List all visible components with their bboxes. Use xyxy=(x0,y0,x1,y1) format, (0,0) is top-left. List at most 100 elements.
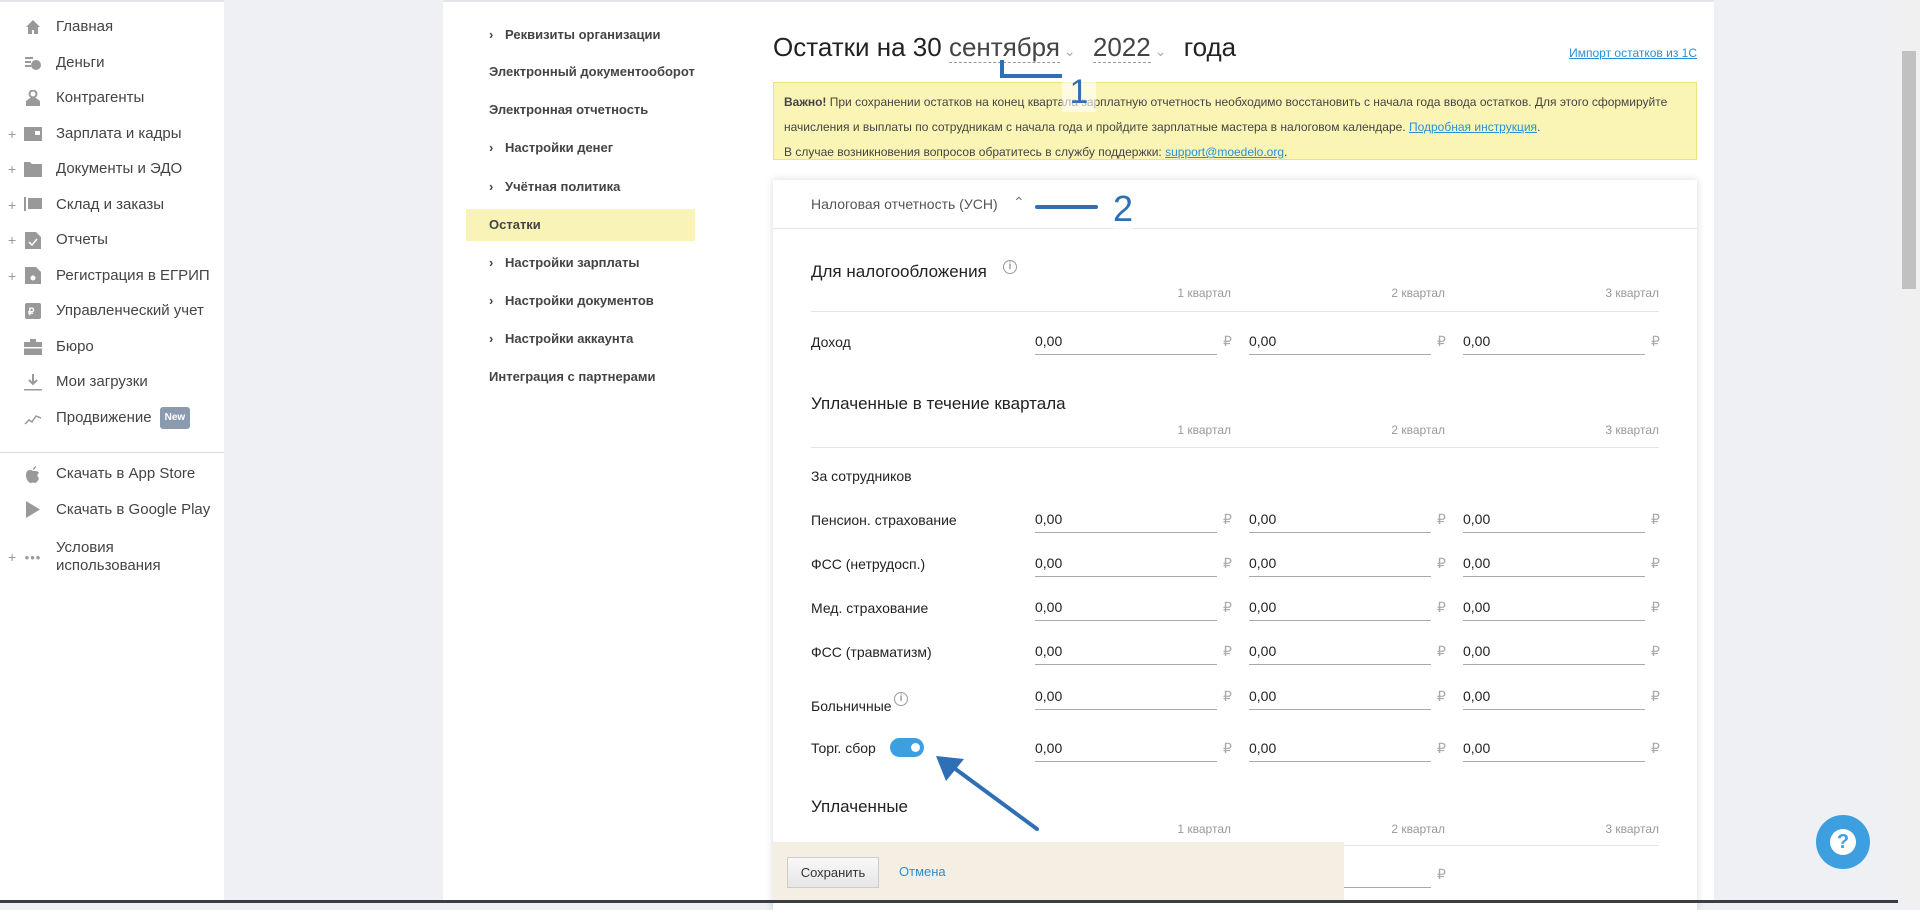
info-icon[interactable]: i xyxy=(894,692,908,706)
info-icon[interactable]: i xyxy=(1003,260,1017,274)
chevron-right-icon: › xyxy=(489,179,494,194)
amount-input[interactable]: 0,00 xyxy=(1463,511,1645,533)
amount-input[interactable]: 0,00 xyxy=(1035,740,1217,762)
ruble-icon: ₽ xyxy=(1651,740,1660,756)
divider xyxy=(811,447,1659,448)
sidebar-item-download[interactable]: Мои загрузки xyxy=(0,367,224,397)
amount-input[interactable]: 0,00 xyxy=(1463,740,1645,762)
chevron-up-icon[interactable]: ⌃ xyxy=(1013,194,1025,211)
sidebar-item-registration[interactable]: + Регистрация в ЕГРИП xyxy=(0,261,224,291)
support-email-link[interactable]: support@moedelo.org xyxy=(1165,145,1284,159)
cancel-link[interactable]: Отмена xyxy=(899,864,946,879)
expand-plus-icon[interactable]: + xyxy=(8,549,16,565)
scrollbar-thumb[interactable] xyxy=(1902,51,1916,289)
settings-item-label: Электронная отчетность xyxy=(489,102,649,117)
settings-item[interactable]: Остатки xyxy=(489,215,541,235)
chevron-right-icon: › xyxy=(489,140,494,155)
ruble-icon: ₽ xyxy=(1437,555,1446,571)
notice-support-text: В случае возникновения вопросов обратите… xyxy=(784,145,1166,159)
annotation-number-1: 1 xyxy=(1062,72,1096,112)
amount-input[interactable]: 0,00 xyxy=(1249,511,1431,533)
settings-item[interactable]: › Настройки денег xyxy=(489,138,613,158)
year-dropdown[interactable]: 2022 xyxy=(1092,32,1151,63)
settings-item-label: Остатки xyxy=(489,217,541,232)
amount-input[interactable]: 0,00 xyxy=(1249,643,1431,665)
save-button[interactable]: Сохранить xyxy=(787,857,879,888)
expand-plus-icon[interactable]: + xyxy=(8,161,16,177)
annotation-arrow xyxy=(936,756,1039,831)
sidebar-item-home[interactable]: Главная xyxy=(0,12,224,42)
sidebar-item-management[interactable]: ₽ Управленческий учет xyxy=(0,296,224,326)
month-dropdown[interactable]: сентября xyxy=(948,32,1060,63)
section-title-paid-quarter: Уплаченные в течение квартала xyxy=(811,394,1066,414)
section-title-paid: Уплаченные xyxy=(811,797,908,817)
settings-item[interactable]: › Настройки документов xyxy=(489,291,654,311)
sidebar-item-wallet[interactable]: + Зарплата и кадры xyxy=(0,119,224,149)
import-1c-link[interactable]: Импорт остатков из 1С xyxy=(1569,46,1697,60)
amount-input[interactable]: 0,00 xyxy=(1035,333,1217,355)
sidebar-bottom-apple[interactable]: Скачать в App Store xyxy=(0,459,224,489)
amount-value: 0,00 xyxy=(1035,511,1063,527)
sidebar-bottom-google-play[interactable]: Скачать в Google Play xyxy=(0,495,224,525)
sidebar-item-briefcase[interactable]: Бюро xyxy=(0,332,224,362)
row-label: Доход xyxy=(811,334,851,350)
sidebar-item-contractors[interactable]: Контрагенты xyxy=(0,83,224,113)
title-suffix: года xyxy=(1183,32,1237,62)
ruble-icon: ₽ xyxy=(1651,688,1660,704)
label-text: Регистрация в ЕГРИП xyxy=(56,266,210,284)
trade-fee-toggle[interactable] xyxy=(890,738,924,757)
settings-item-label: Настройки денег xyxy=(505,140,614,155)
chevron-down-icon[interactable]: ⌄ xyxy=(1155,43,1167,59)
quarter-header: 2 квартал xyxy=(1391,286,1445,300)
amount-input[interactable]: 0,00 xyxy=(1249,688,1431,710)
ruble-icon: ₽ xyxy=(1223,688,1232,704)
ruble-icon: ₽ xyxy=(1651,511,1660,527)
settings-item[interactable]: › Настройки зарплаты xyxy=(489,253,639,273)
amount-input[interactable]: 0,00 xyxy=(1035,511,1217,533)
amount-input[interactable]: 0,00 xyxy=(1035,599,1217,621)
amount-input[interactable]: 0,00 xyxy=(1463,333,1645,355)
notice-bold: Важно! xyxy=(784,95,827,109)
sidebar-item-label: Склад и заказы xyxy=(56,196,164,214)
amount-input[interactable]: 0,00 xyxy=(1463,643,1645,665)
card-header[interactable]: Налоговая отчетность (УСН) ⌃ 2 xyxy=(773,180,1697,230)
sidebar-item-label: Скачать в App Store xyxy=(56,465,196,482)
settings-item[interactable]: › Реквизиты организации xyxy=(489,25,660,45)
amount-value: 0,00 xyxy=(1463,643,1491,659)
settings-item[interactable]: › Настройки аккаунта xyxy=(489,329,633,349)
amount-input[interactable]: 0,00 xyxy=(1463,555,1645,577)
settings-item[interactable]: Интеграция с партнерами xyxy=(489,367,655,387)
sidebar-item-report[interactable]: + Отчеты xyxy=(0,225,224,255)
sidebar-item-promotion[interactable]: Продвижение New xyxy=(0,403,224,433)
sidebar-item-money[interactable]: Деньги xyxy=(0,48,224,78)
amount-input[interactable]: 0,00 xyxy=(1035,555,1217,577)
instruction-link[interactable]: Подробная инструкция xyxy=(1409,120,1537,134)
quarter-header: 3 квартал xyxy=(1605,423,1659,437)
quarter-header: 1 квартал xyxy=(1177,822,1231,836)
chevron-right-icon: › xyxy=(489,255,494,270)
google-play-icon xyxy=(24,501,42,519)
settings-item[interactable]: Электронный документооборот xyxy=(489,62,695,82)
sidebar-item-warehouse[interactable]: + Склад и заказы xyxy=(0,190,224,220)
amount-input[interactable]: 0,00 xyxy=(1249,740,1431,762)
sidebar-item-folder[interactable]: + Документы и ЭДО xyxy=(0,154,224,184)
ruble-icon: ₽ xyxy=(1437,599,1446,615)
label-text: Зарплата и кадры xyxy=(56,124,182,142)
expand-plus-icon[interactable]: + xyxy=(8,232,16,248)
help-button[interactable]: ? xyxy=(1816,815,1870,869)
amount-input[interactable]: 0,00 xyxy=(1463,599,1645,621)
settings-item[interactable]: Электронная отчетность xyxy=(489,100,648,120)
amount-input[interactable]: 0,00 xyxy=(1249,555,1431,577)
amount-input[interactable]: 0,00 xyxy=(1249,333,1431,355)
expand-plus-icon[interactable]: + xyxy=(8,268,16,284)
expand-plus-icon[interactable]: + xyxy=(8,197,16,213)
expand-plus-icon[interactable]: + xyxy=(8,126,16,142)
sidebar-bottom-more[interactable]: + ••• Условия использования xyxy=(0,537,224,577)
amount-input[interactable]: 0,00 xyxy=(1035,643,1217,665)
amount-input[interactable]: 0,00 xyxy=(1035,688,1217,710)
amount-input[interactable]: 0,00 xyxy=(1249,599,1431,621)
settings-item[interactable]: › Учётная политика xyxy=(489,177,620,197)
ruble-icon: ₽ xyxy=(1651,333,1660,349)
chevron-down-icon[interactable]: ⌄ xyxy=(1064,43,1076,59)
amount-input[interactable]: 0,00 xyxy=(1463,688,1645,710)
